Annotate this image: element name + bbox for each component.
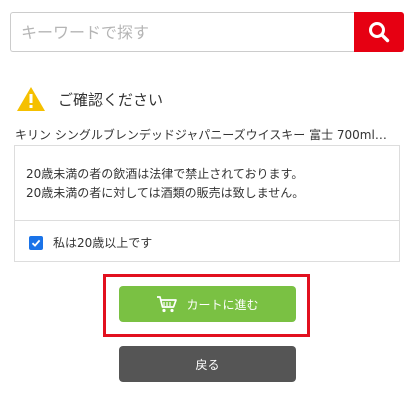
age-checkbox[interactable]: [29, 235, 43, 250]
product-name: キリン シングルブレンデッドジャパニーズウイスキー 富士 700ml…: [15, 128, 387, 142]
back-button[interactable]: 戻る: [119, 346, 296, 382]
search-input[interactable]: [10, 12, 354, 52]
notice-divider: [15, 220, 399, 221]
cart-button-label: カートに進む: [186, 297, 259, 312]
confirm-header: ご確認ください: [16, 86, 163, 112]
search-icon: [369, 22, 390, 43]
notice-text: 20歳未満の者の飲酒は法律で禁止されております。 20歳未満の者に対しては酒類の…: [26, 165, 304, 203]
cart-icon: [157, 296, 178, 313]
notice-box: 20歳未満の者の飲酒は法律で禁止されております。 20歳未満の者に対しては酒類の…: [14, 145, 400, 262]
checkmark-icon: [31, 239, 41, 247]
confirm-title: ご確認ください: [58, 90, 164, 109]
search-button[interactable]: [354, 12, 404, 52]
age-check-label: 私は20歳以上です: [53, 236, 153, 250]
back-button-label: 戻る: [195, 357, 220, 372]
search-bar: [10, 12, 404, 52]
warning-icon: [17, 87, 45, 111]
age-check[interactable]: 私は20歳以上です: [29, 234, 152, 251]
notice-line-1: 20歳未満の者の飲酒は法律で禁止されております。: [26, 167, 304, 181]
proceed-to-cart-button[interactable]: カートに進む: [119, 286, 296, 322]
notice-line-2: 20歳未満の者に対しては酒類の販売は致しません。: [26, 186, 305, 200]
